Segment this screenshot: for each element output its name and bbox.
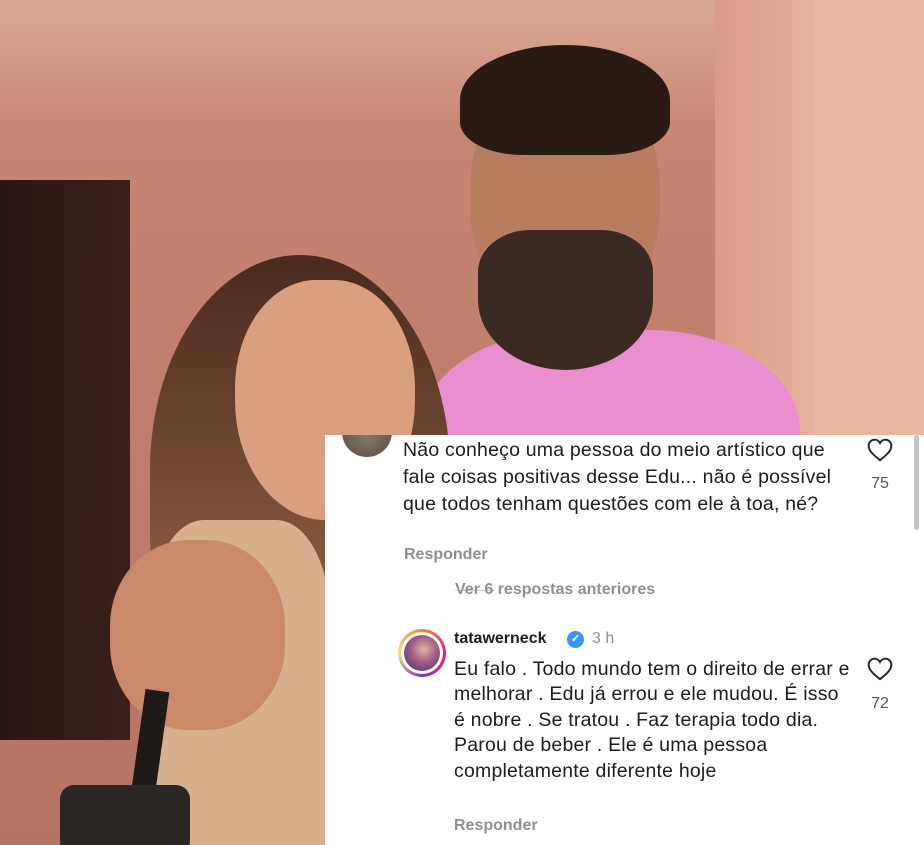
username[interactable]: tatawerneck <box>454 630 547 648</box>
comment-time: 3 h <box>592 630 615 647</box>
like-count: 72 <box>871 695 889 712</box>
heart-outline-icon[interactable] <box>867 657 893 681</box>
avatar[interactable] <box>398 629 446 677</box>
reply-button[interactable]: Responder <box>454 817 538 835</box>
comment-text: Não conheço uma pessoa do meio artístico… <box>403 439 832 515</box>
comment-text: Eu falo . Todo mundo tem o direito de er… <box>454 658 850 782</box>
heart-outline-icon[interactable] <box>867 438 893 462</box>
view-replies-button[interactable]: Ver 6 respostas anteriores <box>455 581 655 599</box>
scrollbar[interactable] <box>914 435 919 530</box>
like-count: 75 <box>871 475 889 492</box>
commenter-avatar[interactable] <box>342 435 392 457</box>
reply-button[interactable]: Responder <box>404 546 488 564</box>
comments-panel[interactable]: Não conheço uma pessoa do meio artístico… <box>325 435 924 845</box>
verified-badge-icon: ✓ <box>567 631 584 648</box>
